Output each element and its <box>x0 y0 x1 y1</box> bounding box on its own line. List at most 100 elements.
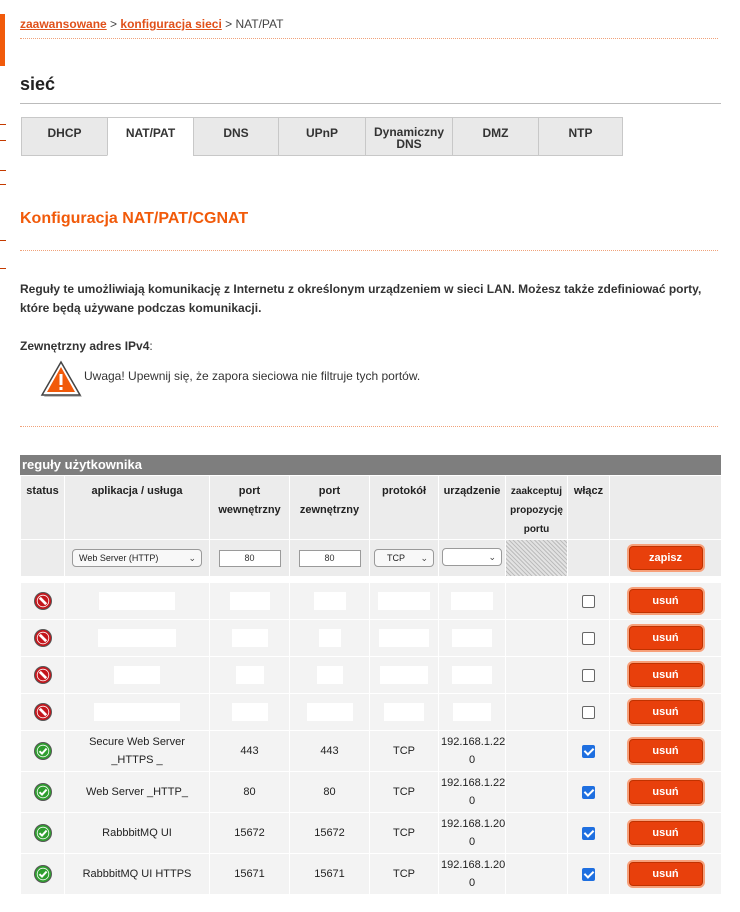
delete-button[interactable]: usuń <box>628 626 703 650</box>
left-accent-bar <box>0 14 5 66</box>
rule-status-cell <box>20 656 65 694</box>
rule-actions: usuń <box>609 730 722 772</box>
enable-checkbox[interactable] <box>582 594 595 608</box>
rule-status-cell <box>20 582 65 620</box>
rule-enable-cell <box>567 771 610 813</box>
rule-port-external: 15672 <box>289 812 370 854</box>
delete-button[interactable]: usuń <box>628 862 703 886</box>
section-title: Konfiguracja NAT/PAT/CGNAT <box>20 210 249 227</box>
redacted-block <box>231 703 268 721</box>
rule-status-cell <box>20 771 65 813</box>
redacted-block <box>98 629 176 647</box>
chevron-down-icon: ⌄ <box>420 553 428 563</box>
rule-port-external: 443 <box>289 730 370 772</box>
left-tick <box>0 240 6 241</box>
rule-app: Secure Web Server _HTTPS _ <box>64 730 210 772</box>
tab-dmz[interactable]: DMZ <box>452 117 538 156</box>
redacted-block <box>452 629 492 647</box>
table-row: RabbbitMQ UI 15672 15672 TCP 192.168.1.20 0u… <box>20 812 722 854</box>
rule-port-external <box>289 582 370 620</box>
rule-enable-cell <box>567 853 610 895</box>
new-rule-status <box>20 539 65 577</box>
breadcrumb-link-network-config[interactable]: konfiguracja sieci <box>120 17 221 31</box>
rule-port-internal <box>209 656 290 694</box>
enable-checkbox[interactable] <box>582 668 595 682</box>
enable-checkbox[interactable] <box>582 785 595 799</box>
redacted-block <box>384 703 424 721</box>
tab-nat-pat[interactable]: NAT/PAT <box>107 117 193 156</box>
col-port-internal: port wewnętrzny <box>209 475 290 540</box>
chevron-down-icon: ⌄ <box>488 551 496 562</box>
tab-bar: DHCP NAT/PAT DNS UPnP Dynamiczny DNS DMZ… <box>21 117 623 156</box>
rule-app: RabbbitMQ UI <box>64 812 210 854</box>
redacted-block <box>94 703 180 721</box>
tab-dynamic-dns[interactable]: Dynamiczny DNS <box>365 117 452 156</box>
rule-device: 192.168.1.20 0 <box>438 853 506 895</box>
rule-device <box>438 619 506 657</box>
rule-enable-cell <box>567 582 610 620</box>
col-status: status <box>20 475 65 540</box>
rule-protocol: TCP <box>369 771 439 813</box>
rule-actions: usuń <box>609 853 722 895</box>
status-enabled-icon <box>33 783 52 801</box>
rule-device <box>438 693 506 731</box>
breadcrumb-link-advanced[interactable]: zaawansowane <box>20 17 107 31</box>
rule-accept-port <box>505 853 568 895</box>
redacted-block <box>379 629 429 647</box>
rule-protocol: TCP <box>369 730 439 772</box>
tab-upnp[interactable]: UPnP <box>278 117 365 156</box>
app-select[interactable]: Web Server (HTTP) ⌄ <box>72 549 202 567</box>
enable-checkbox[interactable] <box>582 705 595 719</box>
status-enabled-icon <box>33 865 52 883</box>
redacted-block <box>452 666 492 684</box>
enable-checkbox[interactable] <box>582 631 595 645</box>
redacted-block <box>229 592 270 610</box>
new-rule-accept-cell <box>505 539 568 577</box>
rule-enable-cell <box>567 730 610 772</box>
col-actions <box>609 475 722 540</box>
status-disabled-icon <box>33 666 52 684</box>
protocol-select[interactable]: TCP ⌄ <box>374 549 434 567</box>
rule-port-internal: 443 <box>209 730 290 772</box>
tab-dhcp[interactable]: DHCP <box>21 117 107 156</box>
rule-port-internal: 15671 <box>209 853 290 895</box>
redacted-block <box>235 666 264 684</box>
rule-port-internal <box>209 619 290 657</box>
rule-port-internal <box>209 582 290 620</box>
delete-button[interactable]: usuń <box>628 589 703 613</box>
enable-checkbox[interactable] <box>582 867 595 881</box>
rule-actions: usuń <box>609 693 722 731</box>
tab-dns[interactable]: DNS <box>193 117 278 156</box>
delete-button[interactable]: usuń <box>628 700 703 724</box>
redacted-block <box>231 629 268 647</box>
warning-triangle-icon <box>40 360 82 397</box>
port-internal-input[interactable]: 80 <box>218 549 281 567</box>
breadcrumb-current: NAT/PAT <box>235 17 284 31</box>
enable-checkbox[interactable] <box>582 744 595 758</box>
enable-checkbox[interactable] <box>582 826 595 840</box>
redacted-block <box>378 592 430 610</box>
delete-button[interactable]: usuń <box>628 780 703 804</box>
delete-button[interactable]: usuń <box>628 663 703 687</box>
warning-text: Uwaga! Upewnij się, że zapora sieciowa n… <box>84 369 421 383</box>
port-external-input[interactable]: 80 <box>298 549 361 567</box>
left-tick <box>0 140 6 141</box>
rule-protocol <box>369 619 439 657</box>
rule-protocol: TCP <box>369 812 439 854</box>
tab-ntp[interactable]: NTP <box>538 117 623 156</box>
app-select-value: Web Server (HTTP) <box>79 553 159 563</box>
rule-actions: usuń <box>609 656 722 694</box>
redacted-block <box>313 592 346 610</box>
accept-port-disabled <box>506 540 567 576</box>
delete-button[interactable]: usuń <box>628 739 703 763</box>
status-enabled-icon <box>33 742 52 760</box>
left-tick <box>0 184 6 185</box>
protocol-select-value: TCP <box>387 553 405 563</box>
rule-accept-port <box>505 693 568 731</box>
table-row: usuń <box>20 656 722 694</box>
device-select[interactable]: ⌄ <box>442 547 502 566</box>
rule-port-external <box>289 656 370 694</box>
delete-button[interactable]: usuń <box>628 821 703 845</box>
save-button[interactable]: zapisz <box>628 546 703 570</box>
title-divider <box>20 103 721 104</box>
